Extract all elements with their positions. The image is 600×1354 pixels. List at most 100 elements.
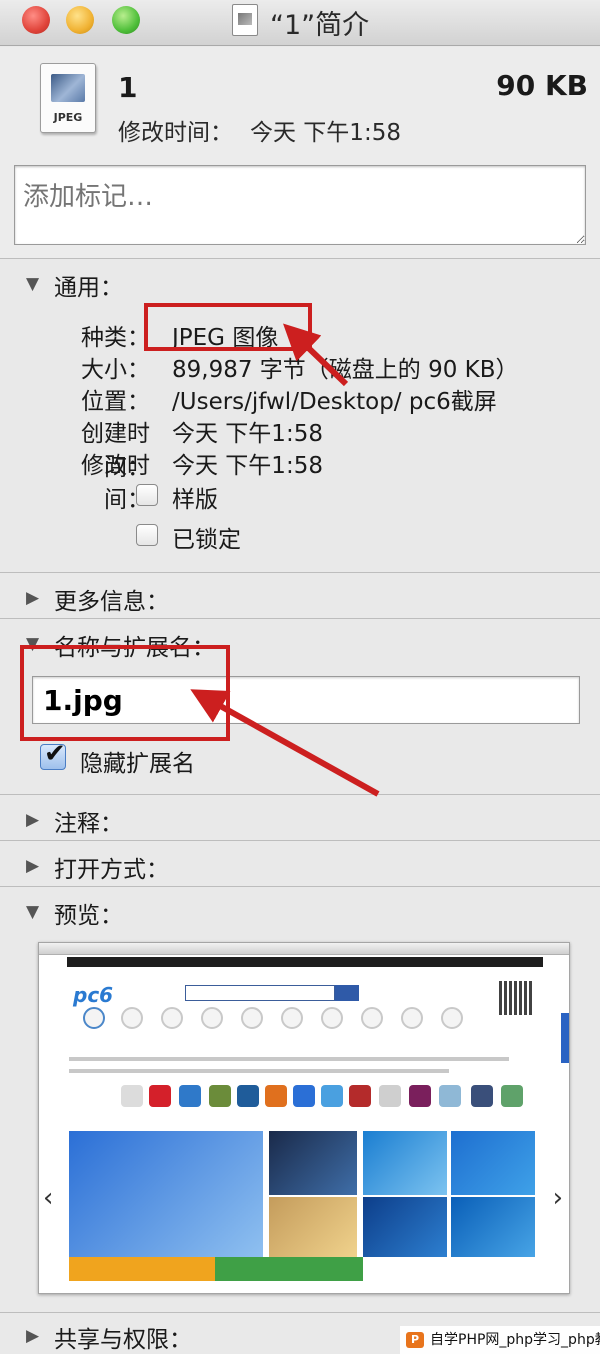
general-modified-label: 修改时间： bbox=[81, 453, 150, 513]
preview-app-icon bbox=[209, 1085, 231, 1107]
divider bbox=[0, 886, 600, 887]
document-proxy-icon[interactable] bbox=[232, 4, 258, 36]
disclosure-triangle-collapsed-icon[interactable]: ▶ bbox=[26, 810, 39, 830]
annotation-box-name bbox=[20, 645, 230, 741]
preview-search-button bbox=[335, 985, 359, 1001]
section-more-info[interactable]: ▶ 更多信息： bbox=[0, 576, 600, 620]
divider bbox=[0, 1312, 600, 1313]
divider bbox=[0, 840, 600, 841]
preview-text-line bbox=[69, 1069, 449, 1073]
preview-app-icon bbox=[121, 1085, 143, 1107]
preview-app-icon bbox=[379, 1085, 401, 1107]
section-general[interactable]: ▼ 通用： bbox=[0, 262, 600, 306]
preview-app-icon bbox=[471, 1085, 493, 1107]
preview-app-icon bbox=[501, 1085, 523, 1107]
preview-circle-icon bbox=[321, 1007, 343, 1029]
section-preview[interactable]: ▼ 预览： bbox=[0, 890, 600, 934]
preview-footer-bar bbox=[69, 1257, 215, 1281]
preview-image: pc6 ‹ › bbox=[38, 942, 570, 1294]
minimize-button[interactable] bbox=[66, 6, 94, 34]
size-value: 89,987 字节（磁盘上的 90 KB） bbox=[172, 357, 519, 383]
preview-banner-tile bbox=[69, 1131, 263, 1257]
section-preview-label: 预览： bbox=[54, 903, 123, 929]
section-comments[interactable]: ▶ 注释： bbox=[0, 798, 600, 842]
preview-banner-tile bbox=[451, 1197, 535, 1257]
locked-checkbox[interactable] bbox=[136, 524, 158, 546]
watermark: P 自学PHP网_php学习_php教 bbox=[400, 1326, 600, 1354]
preview-app-icon bbox=[293, 1085, 315, 1107]
divider bbox=[0, 572, 600, 573]
tags-field[interactable] bbox=[14, 165, 586, 245]
image-thumbnail-icon bbox=[51, 74, 85, 102]
modified-label: 修改时间： bbox=[118, 120, 233, 146]
info-header: JPEG 1 90 KB 修改时间： 今天 下午1:58 bbox=[0, 47, 600, 259]
general-modified-value: 今天 下午1:58 bbox=[172, 453, 323, 479]
close-button[interactable] bbox=[22, 6, 50, 34]
preview-circle-icon bbox=[121, 1007, 143, 1029]
preview-circle-icon bbox=[201, 1007, 223, 1029]
preview-browser-chrome bbox=[39, 943, 569, 955]
section-comments-label: 注释： bbox=[54, 811, 123, 837]
size-label: 大小： bbox=[81, 357, 150, 383]
zoom-button[interactable] bbox=[112, 6, 140, 34]
preview-search-box bbox=[185, 985, 335, 1001]
preview-banner-tile bbox=[269, 1197, 357, 1257]
preview-app-icon bbox=[409, 1085, 431, 1107]
stationery-label: 样版 bbox=[172, 487, 218, 513]
preview-nav-bar bbox=[67, 957, 543, 967]
locked-label: 已锁定 bbox=[172, 527, 241, 553]
disclosure-triangle-collapsed-icon[interactable]: ▶ bbox=[26, 1326, 39, 1346]
preview-banner-tile bbox=[269, 1131, 357, 1195]
kind-label: 种类： bbox=[81, 325, 150, 351]
preview-circle-icon bbox=[361, 1007, 383, 1029]
preview-banner-tile bbox=[451, 1131, 535, 1195]
watermark-text: 自学PHP网_php学习_php教 bbox=[430, 1332, 600, 1348]
disclosure-triangle-collapsed-icon[interactable]: ▶ bbox=[26, 588, 39, 608]
section-open-with-label: 打开方式： bbox=[54, 857, 169, 883]
hide-extension-label: 隐藏扩展名 bbox=[80, 751, 195, 777]
preview-side-tab bbox=[561, 1013, 569, 1063]
file-name: 1 bbox=[118, 71, 138, 104]
preview-app-icon bbox=[149, 1085, 171, 1107]
section-general-label: 通用： bbox=[54, 275, 123, 301]
divider bbox=[0, 618, 600, 619]
disclosure-triangle-expanded-icon[interactable]: ▼ bbox=[26, 902, 39, 922]
stationery-checkbox[interactable] bbox=[136, 484, 158, 506]
watermark-logo: P bbox=[406, 1332, 424, 1348]
preview-circle-icon bbox=[401, 1007, 423, 1029]
hide-extension-checkbox[interactable] bbox=[40, 739, 66, 770]
disclosure-triangle-collapsed-icon[interactable]: ▶ bbox=[26, 856, 39, 876]
preview-app-icon bbox=[179, 1085, 201, 1107]
section-more-info-label: 更多信息： bbox=[54, 589, 169, 615]
section-sharing-permissions-label: 共享与权限： bbox=[54, 1327, 192, 1353]
jpeg-file-icon: JPEG bbox=[40, 63, 96, 133]
preview-app-icon bbox=[439, 1085, 461, 1107]
section-open-with[interactable]: ▶ 打开方式： bbox=[0, 844, 600, 888]
preview-circle-icon bbox=[441, 1007, 463, 1029]
divider bbox=[0, 794, 600, 795]
preview-circle-icon bbox=[281, 1007, 303, 1029]
disclosure-triangle-expanded-icon[interactable]: ▼ bbox=[26, 274, 39, 294]
annotation-box-kind bbox=[144, 303, 312, 351]
preview-app-icon bbox=[321, 1085, 343, 1107]
preview-app-icon bbox=[265, 1085, 287, 1107]
window-title: “1”简介 bbox=[270, 10, 370, 41]
modified-value: 今天 下午1:58 bbox=[250, 120, 401, 146]
created-value: 今天 下午1:58 bbox=[172, 421, 323, 447]
preview-next-arrow-icon: › bbox=[552, 1183, 563, 1213]
preview-footer-bar bbox=[215, 1257, 363, 1281]
preview-banner-tile bbox=[363, 1131, 447, 1195]
location-value: /Users/jfwl/Desktop/ pc6截屏 bbox=[172, 389, 497, 415]
file-icon-label: JPEG bbox=[53, 111, 83, 124]
preview-banner-tile bbox=[363, 1197, 447, 1257]
preview-prev-arrow-icon: ‹ bbox=[43, 1183, 54, 1213]
preview-circle-icon bbox=[241, 1007, 263, 1029]
preview-text-line bbox=[69, 1057, 509, 1061]
preview-circle-icon bbox=[83, 1007, 105, 1029]
file-size: 90 KB bbox=[496, 69, 588, 102]
preview-qr-code-icon bbox=[499, 981, 533, 1015]
window-titlebar: “1”简介 bbox=[0, 0, 600, 46]
location-label: 位置： bbox=[81, 389, 150, 415]
preview-circle-icon bbox=[161, 1007, 183, 1029]
preview-app-icon bbox=[237, 1085, 259, 1107]
